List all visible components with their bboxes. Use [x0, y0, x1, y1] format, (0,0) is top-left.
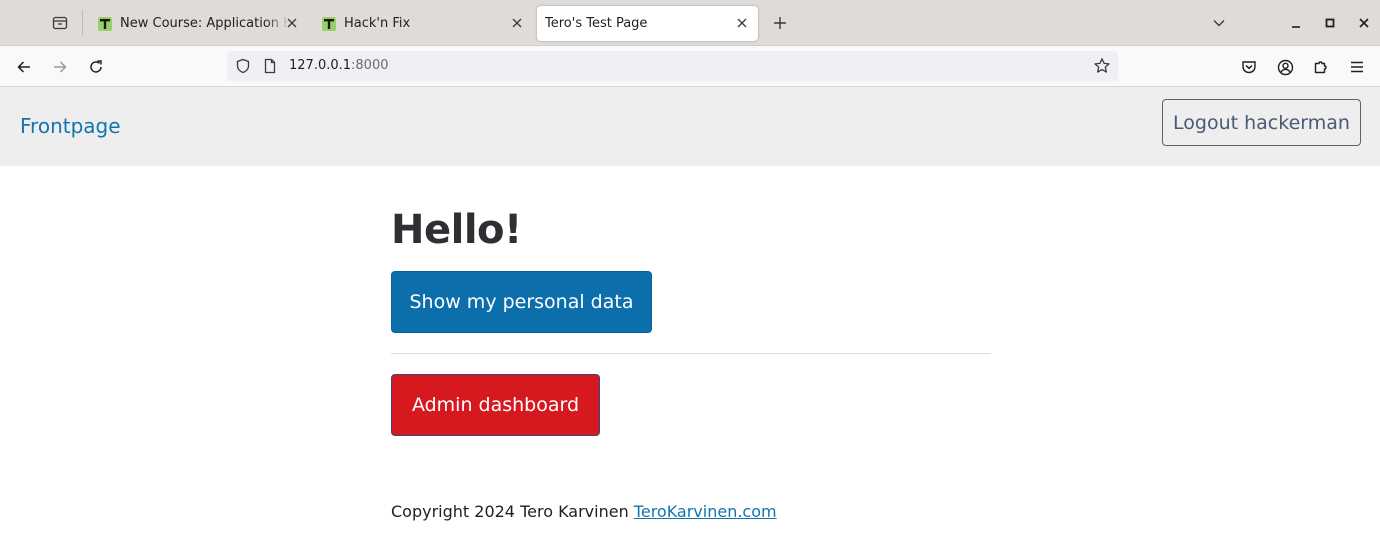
chevron-down-icon: [1213, 20, 1225, 27]
account-button[interactable]: [1271, 53, 1299, 81]
tab-strip-separator: [82, 10, 83, 36]
tracking-protection-shield-icon[interactable]: [235, 58, 251, 78]
tab-tray-button[interactable]: [44, 8, 76, 38]
maximize-window-button[interactable]: [1318, 10, 1342, 36]
close-tab-icon[interactable]: [509, 15, 525, 31]
page-heading: Hello!: [391, 207, 522, 253]
new-tab-button[interactable]: [768, 10, 792, 36]
url-bar[interactable]: 127.0.0.1:8000: [227, 51, 1118, 81]
close-window-button[interactable]: [1352, 10, 1376, 36]
reload-icon: [90, 60, 102, 73]
close-icon: [1359, 18, 1369, 28]
copyright-text: Copyright 2024 Tero Karvinen: [391, 502, 629, 521]
tab-application-hacking[interactable]: New Course: Application Hacking: [88, 6, 306, 41]
app-menu-button[interactable]: [1343, 53, 1371, 81]
url-port: :8000: [351, 58, 389, 73]
minimize-icon: [1292, 26, 1300, 28]
puzzle-icon: [1314, 61, 1327, 74]
arrow-left-icon: [17, 61, 30, 73]
tab-strip: New Course: Application Hacking Hack'n F…: [0, 0, 1380, 46]
close-tab-icon[interactable]: [284, 15, 300, 31]
extensions-button[interactable]: [1307, 53, 1335, 81]
url-host: 127.0.0.1: [289, 58, 352, 73]
site-header: Frontpage Logout hackerman: [0, 87, 1380, 166]
frontpage-link[interactable]: Frontpage: [20, 114, 121, 138]
bookmark-star-icon[interactable]: [1093, 57, 1111, 79]
maximize-icon: [1325, 18, 1335, 28]
account-icon: [1277, 59, 1293, 75]
tero-favicon-icon: [98, 16, 112, 31]
tab-hackn-fix[interactable]: Hack'n Fix: [312, 6, 532, 41]
logout-button[interactable]: Logout hackerman: [1162, 99, 1361, 146]
tab-title: Hack'n Fix: [344, 16, 411, 31]
back-button[interactable]: [10, 53, 38, 81]
reload-button[interactable]: [82, 53, 110, 81]
admin-dashboard-button[interactable]: Admin dashboard: [391, 374, 600, 436]
show-personal-data-button[interactable]: Show my personal data: [391, 271, 652, 333]
tab-teros-test-page[interactable]: Tero's Test Page: [537, 6, 758, 41]
pocket-icon: [1242, 61, 1256, 74]
hamburger-icon: [1351, 61, 1363, 73]
pocket-button[interactable]: [1235, 53, 1263, 81]
tab-title: Tero's Test Page: [545, 16, 648, 31]
footer: Copyright 2024 Tero Karvinen TeroKarvine…: [391, 502, 777, 521]
navigation-toolbar: 127.0.0.1:8000: [0, 46, 1380, 87]
terokarvinen-link[interactable]: TeroKarvinen.com: [634, 502, 777, 521]
tero-favicon-icon: [322, 16, 336, 31]
page-info-icon[interactable]: [262, 58, 278, 78]
divider: [391, 353, 991, 354]
minimize-window-button[interactable]: [1284, 10, 1308, 36]
url-text: 127.0.0.1:8000: [289, 58, 389, 73]
arrow-right-icon: [54, 61, 67, 73]
forward-button[interactable]: [46, 53, 74, 81]
close-tab-icon[interactable]: [734, 15, 750, 31]
plus-icon: [774, 17, 786, 29]
list-all-tabs-button[interactable]: [1207, 10, 1231, 36]
tab-tray-icon: [52, 16, 68, 30]
tab-title: New Course: Application Hacking: [120, 16, 290, 31]
